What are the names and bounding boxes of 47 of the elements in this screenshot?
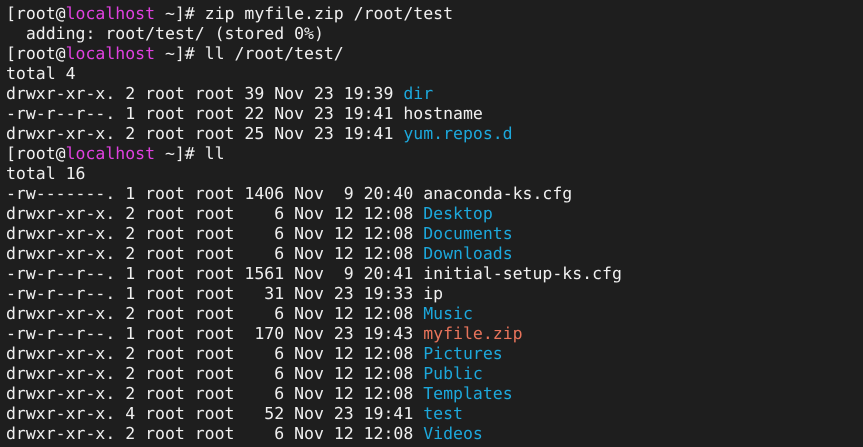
file-name: Pictures	[423, 344, 503, 364]
file-info: drwxr-xr-x. 2 root root 6 Nov 12 12:08	[6, 244, 414, 264]
file-info: drwxr-xr-x. 2 root root 6 Nov 12 12:08	[6, 304, 414, 324]
file-info: drwxr-xr-x. 2 root root 6 Nov 12 12:08	[6, 204, 414, 224]
prompt-path: ~]#	[164, 44, 195, 64]
prompt-user: [root@	[6, 4, 66, 24]
file-info: drwxr-xr-x. 2 root root 6 Nov 12 12:08	[6, 224, 414, 244]
file-info: drwxr-xr-x. 2 root root 6 Nov 12 12:08	[6, 344, 414, 364]
file-name: Videos	[423, 424, 483, 444]
command-text: zip myfile.zip /root/test	[204, 4, 454, 24]
file-name: Public	[423, 364, 483, 384]
command-text: ll /root/test/	[204, 44, 344, 64]
file-name: Music	[423, 304, 473, 324]
file-name: test	[423, 404, 463, 424]
file-name: Desktop	[423, 204, 493, 224]
file-name: hostname	[403, 104, 483, 124]
file-info: drwxr-xr-x. 2 root root 6 Nov 12 12:08	[6, 424, 414, 444]
prompt-path: ~]#	[164, 4, 195, 24]
file-info: -rw-------. 1 root root 1406 Nov 9 20:40	[6, 184, 414, 204]
file-name: yum.repos.d	[403, 124, 513, 144]
file-name: Downloads	[423, 244, 513, 264]
file-name: Documents	[423, 224, 513, 244]
file-name: dir	[403, 84, 434, 104]
file-name: myfile.zip	[423, 324, 523, 344]
prompt-path: ~]#	[164, 144, 195, 164]
prompt-host: localhost	[66, 44, 156, 64]
output-text: total 16	[6, 164, 86, 184]
file-info: -rw-r--r--. 1 root root 31 Nov 23 19:33	[6, 284, 414, 304]
file-name: Templates	[423, 384, 513, 404]
file-name: anaconda-ks.cfg	[423, 184, 572, 204]
file-info: drwxr-xr-x. 2 root root 25 Nov 23 19:41	[6, 124, 394, 144]
file-info: -rw-r--r--. 1 root root 170 Nov 23 19:43	[6, 324, 414, 344]
command-text: ll	[204, 144, 225, 164]
file-info: drwxr-xr-x. 2 root root 6 Nov 12 12:08	[6, 384, 414, 404]
prompt-host: localhost	[66, 4, 156, 24]
prompt-host: localhost	[66, 144, 156, 164]
file-info: drwxr-xr-x. 2 root root 39 Nov 23 19:39	[6, 84, 394, 104]
file-name: initial-setup-ks.cfg	[423, 264, 622, 284]
file-info: -rw-r--r--. 1 root root 22 Nov 23 19:41	[6, 104, 394, 124]
prompt-user: [root@	[6, 44, 66, 64]
output-text: total 4	[6, 64, 76, 84]
file-name: ip	[423, 284, 444, 304]
file-info: drwxr-xr-x. 4 root root 52 Nov 23 19:41	[6, 404, 414, 424]
file-info: drwxr-xr-x. 2 root root 6 Nov 12 12:08	[6, 364, 414, 384]
prompt-user: [root@	[6, 144, 66, 164]
output-text: adding: root/test/ (stored 0%)	[24, 24, 324, 44]
file-info: -rw-r--r--. 1 root root 1561 Nov 9 20:41	[6, 264, 414, 284]
